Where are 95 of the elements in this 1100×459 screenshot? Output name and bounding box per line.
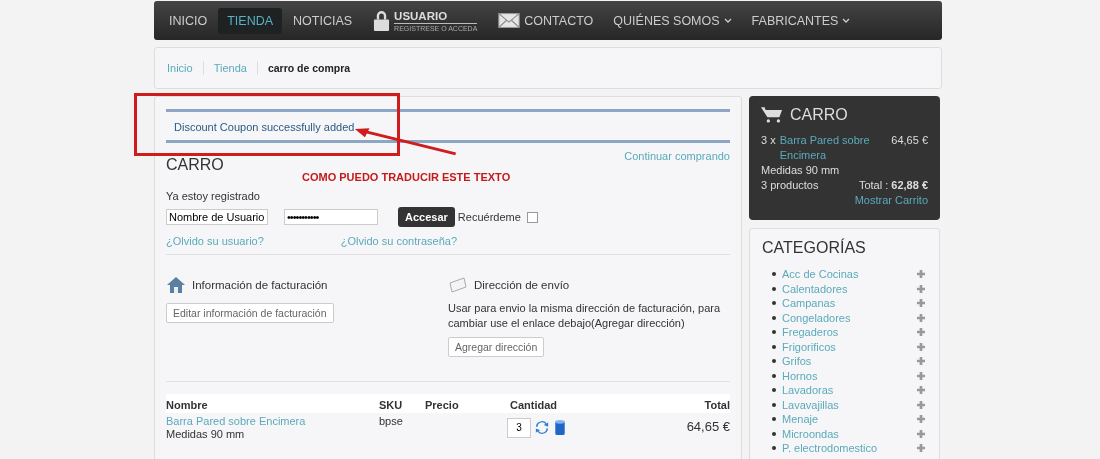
login-label: Ya estoy registrado [166,190,261,202]
nav-dropdown[interactable]: QUIÉNES SOMOS [604,7,741,34]
product-detail: Medidas 90 mm [166,428,246,440]
nav-link[interactable]: NOTICIAS [284,7,362,34]
forgot-username-link[interactable]: ¿Olvido su usuario? [166,235,264,247]
category-link[interactable]: Frigorificos [782,340,917,353]
category-link[interactable]: Menaje [782,413,917,426]
user-link[interactable]: USUARIO [394,9,478,24]
login-button[interactable]: Accesar [398,207,455,227]
remember-label: Recuérdeme [457,211,521,223]
bullet-icon [772,301,776,306]
category-link[interactable]: Lavavajillas [782,398,917,411]
bullet-icon [772,330,776,335]
total-label: Total : [858,179,889,191]
mini-cart-product-link[interactable]: Barra Pared sobre Encimera [779,133,881,163]
cart-heading: CARRO [166,156,224,174]
category-link[interactable]: Campanas [782,297,917,310]
nav-link[interactable]: TIENDA [218,7,283,34]
category-link[interactable]: Hornos [782,369,917,382]
nav-dropdown[interactable]: FABRICANTES [742,7,860,34]
bullet-icon [772,286,776,291]
expand-icon[interactable] [917,342,925,351]
envelope-icon [448,275,468,295]
expand-icon[interactable] [917,328,925,337]
item-price: 64,65 € [891,133,928,148]
caret-icon [723,18,732,23]
annotation-text: COMO PUEDO TRADUCIR ESTE TEXTO [302,171,511,183]
trash-icon[interactable] [553,419,567,436]
password-field[interactable]: ••••••••••• [284,209,378,225]
bullet-icon [772,344,776,349]
mini-cart-title: CARRO [790,107,848,122]
categories-heading: CATEGORÍAS [762,239,867,257]
expand-icon[interactable] [917,299,925,308]
expand-icon[interactable] [917,429,925,438]
quantity-field[interactable]: 3 [507,417,531,438]
breadcrumb-link[interactable]: Inicio [167,62,193,74]
envelope-icon [498,13,521,28]
total-cell-text: 64,65 € [685,418,730,436]
username-field[interactable]: Nombre de Usuario [166,209,268,225]
forgot-password-link[interactable]: ¿Olvido su contraseña? [340,235,457,247]
breadcrumb-link[interactable]: Tienda [213,62,247,74]
column-header: Precio [425,399,460,411]
bullet-icon [772,359,776,364]
item-quantity: 3 x [761,133,776,148]
expand-icon[interactable] [917,386,925,395]
item-detail: Medidas 90 mm [761,163,841,178]
expand-icon[interactable] [917,444,925,453]
caret-icon [842,18,851,23]
category-link[interactable]: Lavadoras [782,384,917,397]
category-link[interactable]: Acc de Cocinas [782,268,917,281]
cart-icon [761,106,783,123]
message-text: Discount Coupon successfully added [174,121,355,133]
category-link[interactable]: Microondas [782,427,917,440]
column-header: Nombre [166,399,209,411]
shipping-text: Usar para envio la misma dirección de facturación, para cambiar use el enlace debajo(Agregar dirección) [448,301,722,331]
category-link[interactable]: Fregaderos [782,326,917,339]
bullet-icon [772,272,776,277]
category-link[interactable]: Congeladores [782,311,917,324]
product-link[interactable]: Barra Pared sobre Encimera [166,415,379,427]
bullet-icon [772,388,776,393]
column-header: Total [703,399,730,411]
expand-icon[interactable] [917,371,925,380]
bullet-icon [772,417,776,422]
product-count: 3 productos [761,178,819,193]
column-header: Cantidad [510,399,559,411]
category-link[interactable]: P. electrodomestico [782,442,917,455]
expand-icon[interactable] [917,284,925,293]
expand-icon[interactable] [917,400,925,409]
nav-link[interactable]: INICIO [160,7,217,34]
bullet-icon [772,402,776,407]
sku-cell-text: bpse [379,415,404,429]
contact-link[interactable]: CONTACTO [489,7,603,34]
category-link[interactable]: Calentadores [782,282,917,295]
bullet-icon [772,446,776,451]
breadcrumb-current: carro de compra [267,62,351,74]
expand-icon[interactable] [917,415,925,424]
bullet-icon [772,373,776,378]
add-address-button[interactable]: Agregar dirección [448,337,545,357]
cart-total: 62,88 € [891,179,928,191]
expand-icon[interactable] [917,270,925,279]
bullet-icon [772,315,776,320]
category-link[interactable]: Grifos [782,355,917,368]
continue-shopping-link[interactable]: Continuar comprando [624,150,730,162]
shipping-heading: Dirección de envío [474,279,570,291]
bullet-icon [772,431,776,436]
billing-heading: Información de facturación [192,279,328,291]
lock-icon [373,10,391,31]
remember-checkbox[interactable] [526,211,538,223]
expand-icon[interactable] [917,357,925,366]
column-header: SKU [379,399,404,411]
refresh-icon[interactable] [535,419,549,436]
edit-billing-button[interactable]: Editar información de facturación [166,303,334,323]
expand-icon[interactable] [917,313,925,322]
house-icon [166,275,186,295]
show-cart-link[interactable]: Mostrar Carrito [854,194,928,206]
